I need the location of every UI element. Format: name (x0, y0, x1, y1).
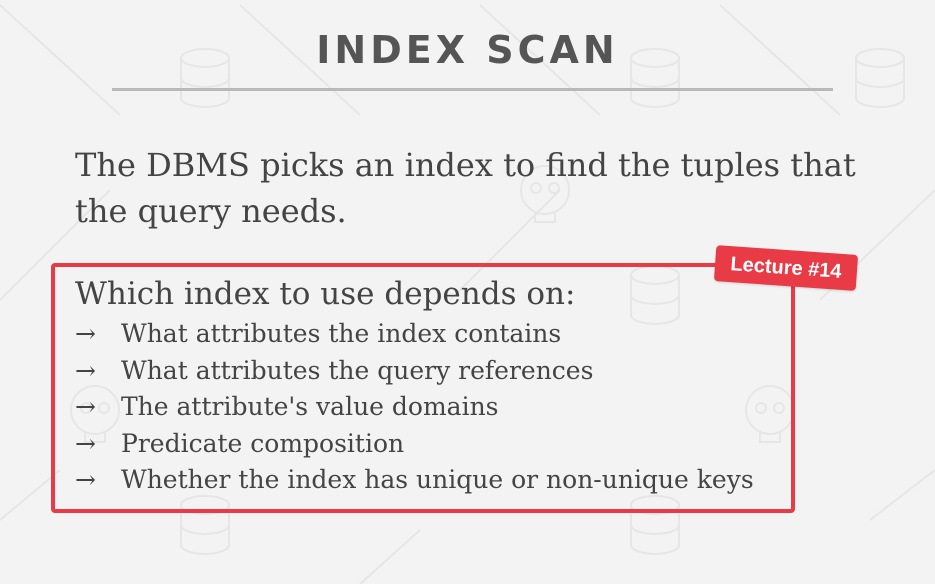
list-item-text: Whether the index has unique or non-uniq… (121, 465, 754, 494)
list-item-text: What attributes the query references (121, 355, 594, 385)
slide-title: INDEX SCAN (316, 28, 619, 72)
criteria-list: → What attributes the index contains → Wha… (75, 316, 754, 499)
arrow-icon: → (75, 319, 96, 348)
title-underline (112, 88, 833, 91)
list-item: → Whether the index has unique or non-uni… (75, 462, 754, 499)
arrow-icon: → (75, 465, 96, 494)
list-item: → The attribute's value domains (75, 389, 754, 426)
list-item-text: The attribute's value domains (121, 392, 499, 421)
list-item: → What attributes the query references (75, 353, 754, 390)
box-heading: Which index to use depends on: (75, 276, 576, 312)
arrow-icon: → (75, 392, 96, 421)
intro-text: The DBMS picks an index to find the tupl… (75, 146, 856, 230)
arrow-icon: → (75, 355, 96, 385)
arrow-icon: → (75, 428, 96, 458)
list-item: → Predicate composition (75, 426, 754, 463)
list-item: → What attributes the index contains (75, 316, 754, 353)
list-item-text: Predicate composition (121, 428, 405, 458)
list-item-text: What attributes the index contains (121, 319, 562, 348)
